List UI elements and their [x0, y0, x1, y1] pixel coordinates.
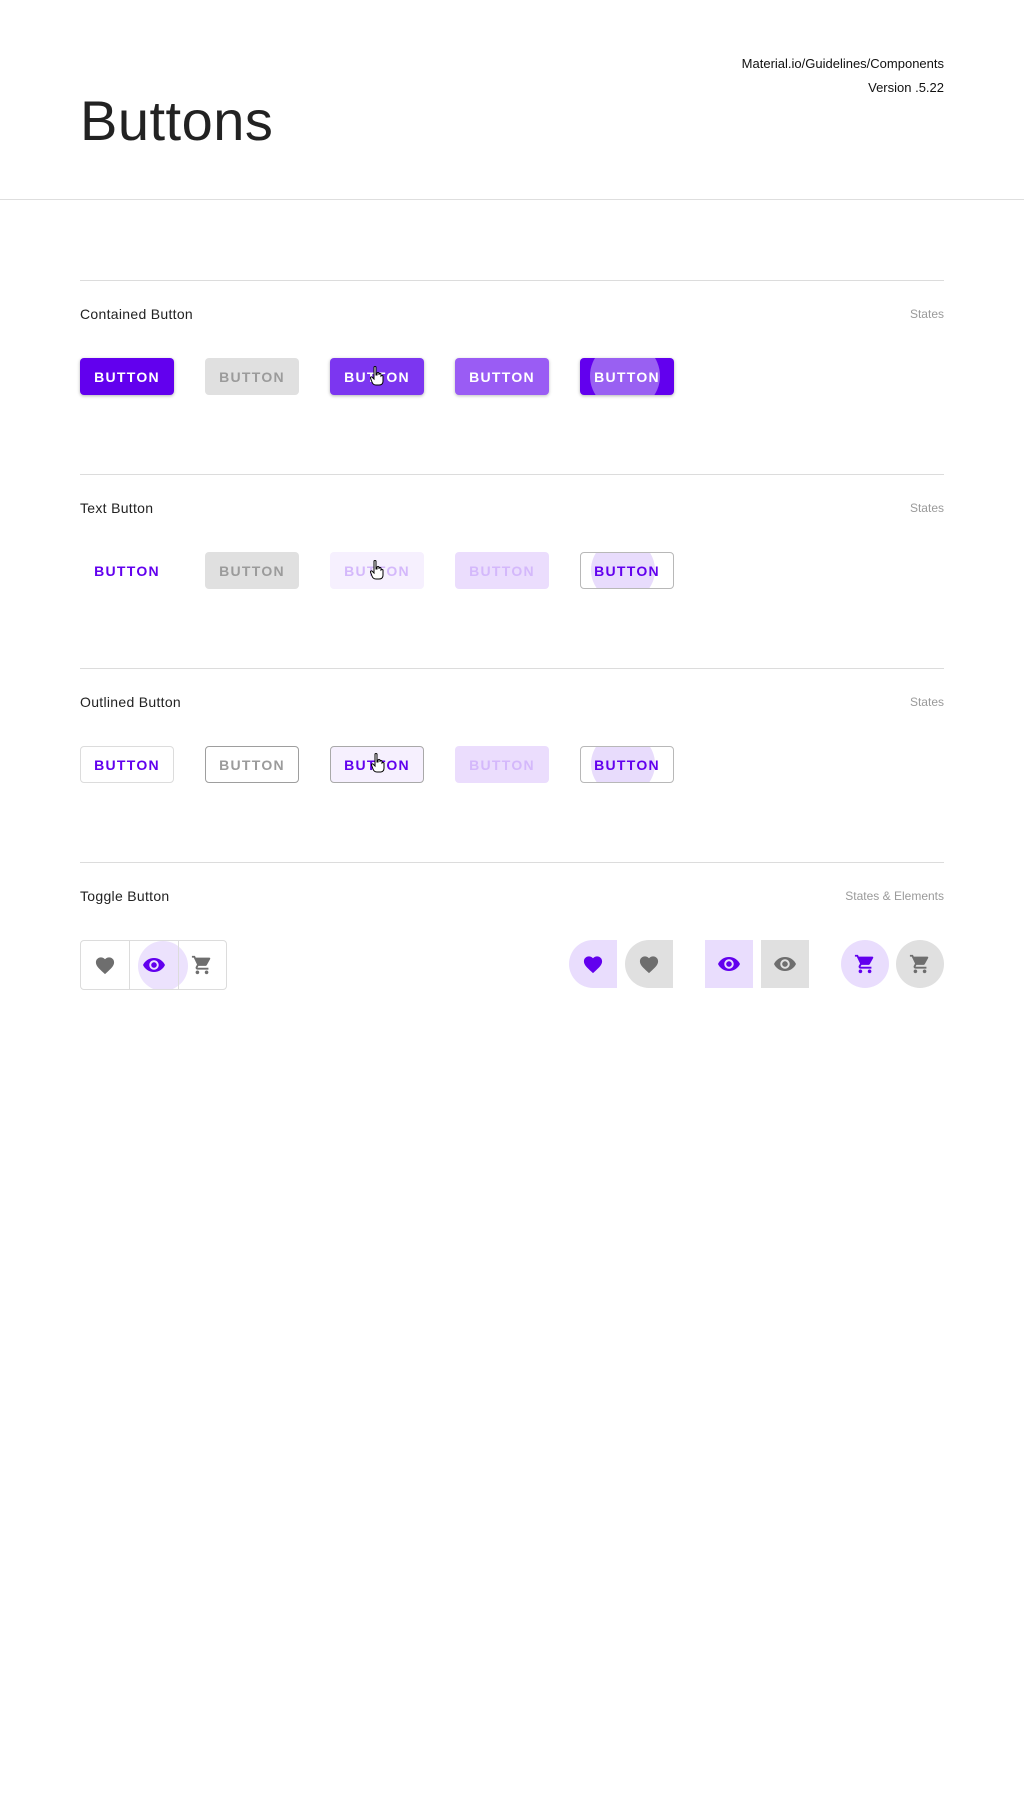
section-states-label: States	[909, 307, 944, 321]
cart-icon	[192, 955, 211, 975]
outlined-button-focused[interactable]: BUTTON	[455, 746, 549, 783]
section-title: Text Button	[80, 500, 154, 516]
toggle-eye-button[interactable]	[129, 941, 189, 989]
cart-icon	[854, 954, 874, 974]
toggle-cart-button[interactable]	[177, 941, 226, 989]
toggle-button-group	[80, 940, 227, 990]
section-title: Toggle Button	[80, 888, 170, 904]
section-divider	[80, 862, 944, 863]
contained-button-disabled[interactable]: BUTTON	[205, 358, 299, 395]
guidelines-path: Material.io/Guidelines/Components	[741, 56, 944, 71]
heart-icon	[96, 957, 115, 975]
toggle-eye-selected[interactable]	[705, 940, 753, 988]
toggle-cart-selected[interactable]	[841, 940, 889, 988]
header-meta: Material.io/Guidelines/Components Versio…	[742, 52, 944, 100]
section-divider	[80, 474, 944, 475]
section-states-label: States	[909, 501, 944, 515]
toggle-eye-unselected[interactable]	[761, 940, 809, 988]
version-label: Version .5.22	[868, 80, 944, 95]
section-divider	[80, 668, 944, 669]
outlined-button-disabled[interactable]: BUTTON	[205, 746, 299, 783]
page-title: Buttons	[80, 89, 274, 152]
text-button-enabled[interactable]: BUTTON	[80, 552, 174, 589]
eye-icon	[718, 957, 740, 971]
toggle-cart-unselected[interactable]	[896, 940, 944, 988]
contained-button-hover[interactable]: BUTTON	[330, 358, 424, 395]
text-button-focused[interactable]: BUTTON	[455, 552, 549, 589]
eye-icon	[143, 958, 165, 972]
section-divider	[80, 280, 944, 281]
heart-icon	[639, 956, 659, 974]
contained-button-section: Contained Button States BUTTON BUTTON BU…	[80, 280, 944, 410]
outlined-button-enabled[interactable]: BUTTON	[80, 746, 174, 783]
hand-pointer-icon	[370, 560, 384, 580]
contained-button-pressed[interactable]: BUTTON	[580, 358, 674, 395]
hand-pointer-icon	[371, 753, 385, 773]
text-button-hover[interactable]: BUTTON	[330, 552, 424, 589]
section-title: Outlined Button	[80, 694, 182, 710]
heart-icon	[583, 956, 603, 974]
contained-button-focused[interactable]: BUTTON	[455, 358, 549, 395]
section-title: Contained Button	[80, 306, 193, 322]
section-states-label: States & Elements	[845, 889, 944, 903]
outlined-button-section: Outlined Button States BUTTON BUTTON BUT…	[80, 668, 944, 798]
hand-pointer-icon	[370, 366, 384, 386]
toggle-heart-unselected[interactable]	[625, 940, 673, 988]
page-header: Buttons Material.io/Guidelines/Component…	[0, 0, 1024, 200]
toggle-heart-button[interactable]	[81, 941, 129, 989]
eye-icon	[774, 957, 796, 971]
text-button-pressed[interactable]: BUTTON	[580, 552, 674, 589]
section-states-label: States	[909, 695, 944, 709]
outlined-button-pressed[interactable]: BUTTON	[580, 746, 674, 783]
cart-icon	[909, 954, 929, 974]
toggle-button-section: Toggle Button States & Elements	[80, 862, 944, 1002]
contained-button-enabled[interactable]: BUTTON	[80, 358, 174, 395]
toggle-heart-selected[interactable]	[569, 940, 617, 988]
text-button-section: Text Button States BUTTON BUTTON BUTTON …	[80, 474, 944, 604]
text-button-disabled[interactable]: BUTTON	[205, 552, 299, 589]
outlined-button-hover[interactable]: BUTTON	[330, 746, 424, 783]
